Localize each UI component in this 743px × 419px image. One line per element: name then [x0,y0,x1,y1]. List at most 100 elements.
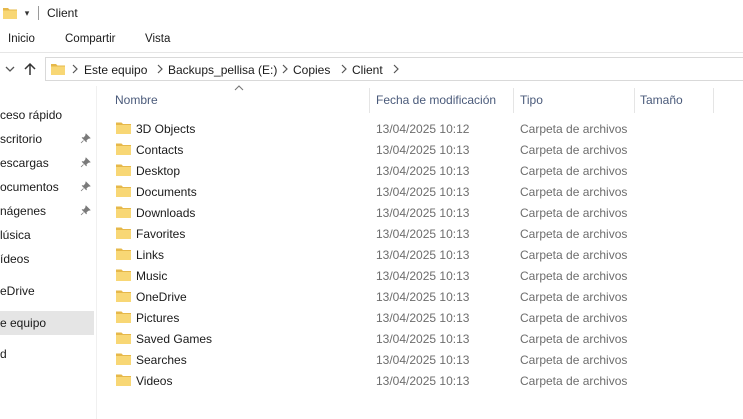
chevron-right-icon[interactable] [156,64,164,74]
sidebar-item-label: ídeos [0,252,30,266]
breadcrumb-backups-drive[interactable]: Backups_pellisa (E:) [168,63,277,77]
table-row[interactable]: OneDrive 13/04/2025 10:13 Carpeta de archi… [111,286,743,307]
file-type: Carpeta de archivos [520,122,628,136]
sidebar-item-network[interactable]: d [0,342,94,366]
folder-icon [116,269,131,281]
file-date: 13/04/2025 10:13 [376,164,470,178]
file-date: 13/04/2025 10:13 [376,311,470,325]
sidebar-item-label: d [0,347,7,361]
folder-icon [116,143,131,155]
window-title: Client [47,6,78,20]
folder-icon [116,311,131,323]
sidebar-item-documents[interactable]: ocumentos [0,175,94,199]
chevron-right-icon[interactable] [281,64,289,74]
sidebar-item-label: ocumentos [0,180,59,194]
sidebar-item-label: nágenes [0,204,47,218]
file-type: Carpeta de archivos [520,185,628,199]
table-row[interactable]: Desktop 13/04/2025 10:13 Carpeta de archiv… [111,160,743,181]
file-name: Documents [136,185,197,199]
chevron-right-icon[interactable] [392,64,400,74]
table-row[interactable]: Searches 13/04/2025 10:13 Carpeta de archi… [111,349,743,370]
file-name: Videos [136,374,173,388]
sidebar-item-downloads[interactable]: escargas [0,151,94,175]
file-type: Carpeta de archivos [520,227,628,241]
column-divider[interactable] [713,88,714,113]
recent-locations-chevron-icon[interactable] [4,63,16,75]
sidebar-item-pictures[interactable]: nágenes [0,199,94,223]
column-divider[interactable] [369,88,370,113]
sidebar-item-label: eDrive [0,284,35,298]
tab-compartir[interactable]: Compartir [65,33,115,45]
file-list: Nombre Fecha de modificación Tipo Tamaño… [97,85,743,419]
file-date: 13/04/2025 10:13 [376,227,470,241]
table-row[interactable]: Documents 13/04/2025 10:13 Carpeta de arch… [111,181,743,202]
sidebar-item-label: e equipo [0,316,47,330]
file-date: 13/04/2025 10:12 [376,122,470,136]
column-header-type[interactable]: Tipo [520,93,543,107]
file-type: Carpeta de archivos [520,311,628,325]
table-row[interactable]: Contacts 13/04/2025 10:13 Carpeta de archi… [111,139,743,160]
sidebar-item-videos[interactable]: ídeos [0,247,94,271]
tab-inicio[interactable]: Inicio [8,33,35,45]
file-type: Carpeta de archivos [520,269,628,283]
folder-icon[interactable] [3,6,17,20]
file-name: Desktop [136,164,181,178]
ribbon: Inicio Compartir Vista [0,27,743,53]
file-name: Favorites [136,227,186,241]
navigation-bar: Este equipo Backups_pellisa (E:) Copies … [0,53,743,86]
sidebar-item-label: lúsica [0,228,31,242]
navigation-pane: ceso rápido scritorio escargas ocumentos… [0,86,97,419]
file-name: 3D Objects [136,122,196,136]
folder-icon [116,206,131,218]
file-date: 13/04/2025 10:13 [376,353,470,367]
breadcrumb-client[interactable]: Client [352,63,383,77]
file-type: Carpeta de archivos [520,374,628,388]
chevron-right-icon[interactable] [340,64,348,74]
sidebar-item-label: ceso rápido [0,108,63,122]
column-header-size[interactable]: Tamaño [640,93,683,107]
file-date: 13/04/2025 10:13 [376,374,470,388]
sidebar-item-quick-access[interactable]: ceso rápido [0,103,94,127]
column-header-name[interactable]: Nombre [115,93,158,107]
table-row[interactable]: Music 13/04/2025 10:13 Carpeta de archivos [111,265,743,286]
file-name: Links [136,248,165,262]
table-row[interactable]: Downloads 13/04/2025 10:13 Carpeta de arch… [111,202,743,223]
table-row[interactable]: Links 13/04/2025 10:13 Carpeta de archivos [111,244,743,265]
file-name: Pictures [136,311,180,325]
sidebar-item-this-pc[interactable]: e equipo [0,311,94,335]
file-date: 13/04/2025 10:13 [376,290,470,304]
chevron-right-icon[interactable] [71,64,79,74]
pin-icon [80,157,91,168]
table-row[interactable]: Favorites 13/04/2025 10:13 Carpeta de arch… [111,223,743,244]
table-row[interactable]: 3D Objects 13/04/2025 10:12 Carpeta de arc… [111,118,743,139]
column-divider[interactable] [513,88,514,113]
folder-icon [116,227,131,239]
breadcrumb-este-equipo[interactable]: Este equipo [84,63,147,77]
file-type: Carpeta de archivos [520,164,628,178]
file-date: 13/04/2025 10:13 [376,206,470,220]
file-type: Carpeta de archivos [520,248,628,262]
quick-access-dropdown-icon[interactable]: ▾ [22,7,32,19]
folder-icon [116,374,131,386]
file-type: Carpeta de archivos [520,353,628,367]
folder-icon [116,248,131,260]
up-arrow-icon[interactable] [22,61,38,77]
column-divider[interactable] [634,88,635,113]
tab-vista[interactable]: Vista [145,33,170,45]
sidebar-item-music[interactable]: lúsica [0,223,94,247]
column-header-date[interactable]: Fecha de modificación [376,93,496,107]
file-name: OneDrive [136,290,187,304]
table-row[interactable]: Pictures 13/04/2025 10:13 Carpeta de archi… [111,307,743,328]
title-bar: ▾ Client [0,0,743,27]
file-type: Carpeta de archivos [520,290,628,304]
sidebar-item-onedrive[interactable]: eDrive [0,279,94,303]
file-date: 13/04/2025 10:13 [376,269,470,283]
sidebar-item-desktop[interactable]: scritorio [0,127,94,151]
breadcrumb-copies[interactable]: Copies [293,63,330,77]
table-row[interactable]: Saved Games 13/04/2025 10:13 Carpeta de ar… [111,328,743,349]
folder-icon [51,64,65,75]
address-bar[interactable]: Este equipo Backups_pellisa (E:) Copies … [45,57,743,81]
table-row[interactable]: Videos 13/04/2025 10:13 Carpeta de archivo… [111,370,743,391]
sidebar-item-label: scritorio [0,132,43,146]
folder-icon [116,332,131,344]
